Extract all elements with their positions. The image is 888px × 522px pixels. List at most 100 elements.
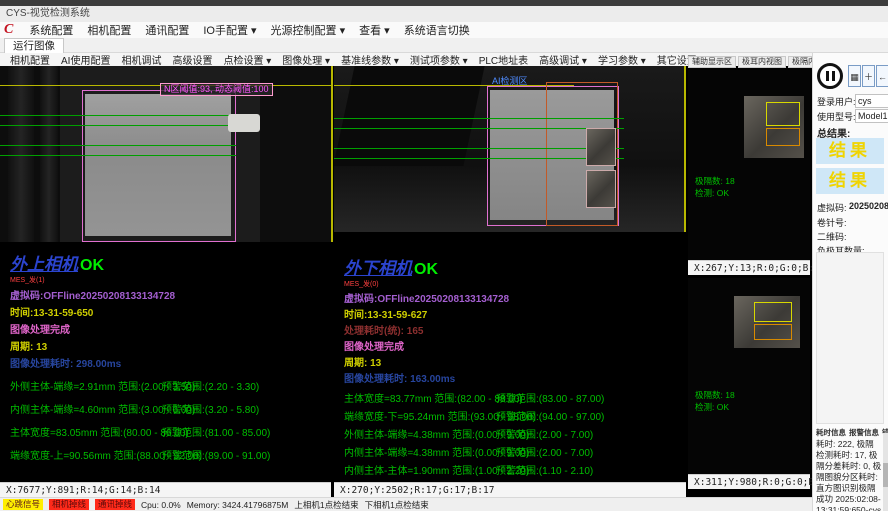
virtual-code-label: 虚拟码: (817, 201, 847, 214)
left-camera-viewport[interactable]: N区阈值:93, 动态阈值:100 (0, 66, 331, 242)
tab-detail-image (586, 170, 616, 208)
center-time: 时间:13-31-59-627 (344, 306, 679, 321)
toolbar-advanced-debug[interactable]: 高级调试 ▾ (539, 52, 587, 67)
tab-run-image[interactable]: 运行图像 (4, 38, 64, 53)
result-detail-box (816, 252, 884, 424)
measurement-value: 端缘宽度-上=90.56mm 范围:(88.00 - 92.00) (10, 447, 162, 462)
menu-system-config[interactable]: 系统配置 (29, 22, 73, 38)
app-logo-icon: C (4, 22, 13, 38)
measurement-row: 端缘宽度-下=95.24mm 范围:(93.00 - 98.00) 预警范围:(… (344, 408, 679, 423)
zoom-in-button[interactable]: ＋ (862, 65, 875, 87)
ai-roi-label: AI检测区 (492, 74, 528, 87)
measurement-row: 端缘宽度-上=90.56mm 范围:(88.00 - 92.00) 预警范围:(… (10, 447, 330, 462)
pause-icon (826, 71, 829, 81)
center-barcode: 虚拟码:OFFline20250208133134728 (344, 290, 679, 305)
measurement-value: 主体宽度=83.05mm 范围:(80.00 - 86.00) (10, 424, 162, 439)
overlay-measure-line (334, 118, 624, 119)
virtual-code-value: 20250208 (849, 201, 888, 211)
toolbar-test-params[interactable]: 测试项参数 ▾ (410, 52, 468, 67)
center-measurements: 主体宽度=83.77mm 范围:(82.00 - 88.00) 预警范围:(83… (344, 390, 679, 495)
aux-result-line: 极隔数: 18 (695, 390, 735, 401)
result-box-1: 结果 (816, 138, 884, 164)
plus-icon: ＋ (864, 72, 873, 82)
menu-language-switch[interactable]: 系统语言切换 (404, 22, 470, 38)
qr-code-label: 二维码: (817, 230, 847, 243)
menu-view[interactable]: 查看 ▾ (359, 22, 390, 38)
measurement-value: 主体宽度=83.77mm 范围:(82.00 - 88.00) (344, 390, 496, 405)
status-message-upper: 上相机1点检结束 (294, 499, 358, 511)
toolbar-baseline-params[interactable]: 基准线参数 ▾ (341, 52, 399, 67)
app-window: CYS-视觉检测系统 C 系统配置 相机配置 通讯配置 IO手配置 ▾ 光源控制… (0, 0, 888, 522)
toolbar-camera-debug[interactable]: 相机调试 (121, 52, 161, 67)
window-title: CYS-视觉检测系统 (0, 6, 888, 22)
center-cursor-readout: X:270;Y:2502;R:17;G:17;B:17 (334, 482, 686, 497)
overlay-roi-magenta (82, 90, 236, 242)
left-cycle: 周期: 13 (10, 338, 330, 353)
aux-tab-assist-display[interactable]: 辅助显示区 (688, 56, 736, 68)
overlay-measure-line (0, 155, 236, 156)
overlay-measure-line (334, 128, 624, 129)
left-elapsed: 图像处理耗时: 298.00ms (10, 355, 330, 370)
measurement-row: 内侧主体-端缘=4.38mm 范围:(0.00 - 9.00) 预警范围:(2.… (344, 444, 679, 459)
stats-scrollbar-thumb[interactable] (883, 463, 888, 487)
center-camera-viewport[interactable]: AI检测区 (334, 66, 686, 232)
center-cycle: 周期: 13 (344, 354, 679, 369)
machine-structure (40, 66, 58, 242)
aux-viewport-2[interactable]: 极隔数: 18 检测: OK (688, 278, 810, 474)
stats-log: 耗时: 222, 极隔检测耗时: 17, 极隔分差耗时: 0, 极隔图貌分区耗时… (816, 439, 882, 522)
login-user-label: 登录用户: (817, 95, 856, 108)
aux-viewport-1[interactable]: 极隔数: 18 检测: OK (688, 70, 810, 260)
comm-offline-badge: 通讯掉线 (95, 499, 135, 510)
tab-elapsed-info[interactable]: 耗时信息 (816, 427, 846, 438)
toolbar-image-processing[interactable]: 图像处理 ▾ (282, 52, 330, 67)
menu-io-config[interactable]: IO手配置 ▾ (203, 22, 256, 38)
measurement-row: 内侧主体-主体=1.90mm 范围:(1.00 - 2.20) 预警范围:(1.… (344, 462, 679, 477)
aux-result-line: 检测: OK (695, 402, 729, 413)
heartbeat-badge: 心跳信号 (3, 499, 43, 510)
toolbar-plc-address-table[interactable]: PLC地址表 (479, 52, 528, 67)
snapshot-button[interactable]: ▦ (848, 65, 861, 87)
left-result-block: 外上相机OK MES_发(1) 虚拟码:OFFline2025020813313… (10, 250, 330, 462)
model-label: 使用型号: (817, 110, 856, 123)
center-elapsed: 图像处理耗时: 163.00ms (344, 370, 679, 385)
measurement-row: 主体宽度=83.77mm 范围:(82.00 - 88.00) 预警范围:(83… (344, 390, 679, 405)
machine-structure (8, 66, 34, 242)
menu-camera-config[interactable]: 相机配置 (87, 22, 131, 38)
left-camera-title: 外上相机 (10, 255, 78, 274)
status-bar: 心跳信号 相机掉线 通讯掉线 Cpu: 0.0% Memory: 3424.41… (0, 497, 812, 511)
toolbar-learning-params[interactable]: 学习参数 ▾ (598, 52, 646, 67)
center-process-done: 图像处理完成 (344, 338, 679, 353)
measurement-value: 内侧主体-端缘=4.38mm 范围:(0.00 - 9.00) (344, 444, 496, 459)
aux-result-line: 检测: OK (695, 188, 729, 199)
toolbar-ai-use-config[interactable]: AI使用配置 (61, 52, 110, 67)
measurement-value: 端缘宽度-下=95.24mm 范围:(93.00 - 98.00) (344, 408, 496, 423)
left-barcode: 虚拟码:OFFline20250208133134728 (10, 287, 330, 302)
menu-light-config[interactable]: 光源控制配置 ▾ (271, 22, 346, 38)
menu-bar: C 系统配置 相机配置 通讯配置 IO手配置 ▾ 光源控制配置 ▾ 查看 ▾ 系… (0, 22, 888, 38)
menu-comm-config[interactable]: 通讯配置 (145, 22, 189, 38)
left-measurements: 外侧主体-端缘=2.91mm 范围:(2.00 - 3.50) 预警范围:(2.… (10, 378, 330, 462)
login-user-value: cys (855, 94, 888, 108)
measurement-value: 内侧主体-端缘=4.60mm 范围:(3.00 - 6.00) (10, 401, 162, 416)
camera-offline-badge: 相机掉线 (49, 499, 89, 510)
overlay-measure-line (0, 115, 236, 116)
result-box-2: 结果 (816, 168, 884, 194)
center-extra-elapsed: 处理耗时(统): 165 (344, 322, 679, 337)
pause-button[interactable] (817, 63, 843, 89)
left-camera-ok-status: OK (80, 257, 104, 274)
model-input[interactable]: Model1 (855, 109, 888, 123)
bottom-strip (0, 511, 888, 522)
toolbar-advanced-settings[interactable]: 高级设置 (172, 52, 212, 67)
tab-alarm-info[interactable]: 报警信息 (849, 427, 879, 438)
measurement-row: 外侧主体-端缘=2.91mm 范围:(2.00 - 3.50) 预警范围:(2.… (10, 378, 330, 393)
aux-tab-tab-view[interactable]: 极耳内视图 (738, 56, 786, 68)
toolbar-spotcheck-settings[interactable]: 点检设置 ▾ (223, 52, 271, 67)
image-icon: ▦ (850, 72, 859, 82)
overlay-yellow-line (684, 66, 686, 232)
panel-divider-line (331, 66, 333, 242)
left-cursor-readout: X:7677;Y:891;R:14;G:14;B:14 (0, 482, 331, 497)
toolbar-camera-config[interactable]: 相机配置 (10, 52, 50, 67)
overlay-roi-orange (754, 324, 792, 340)
measurement-value: 外侧主体-端缘=4.38mm 范围:(0.00 - 9.00) (344, 426, 496, 441)
back-button[interactable]: ← (876, 65, 888, 87)
